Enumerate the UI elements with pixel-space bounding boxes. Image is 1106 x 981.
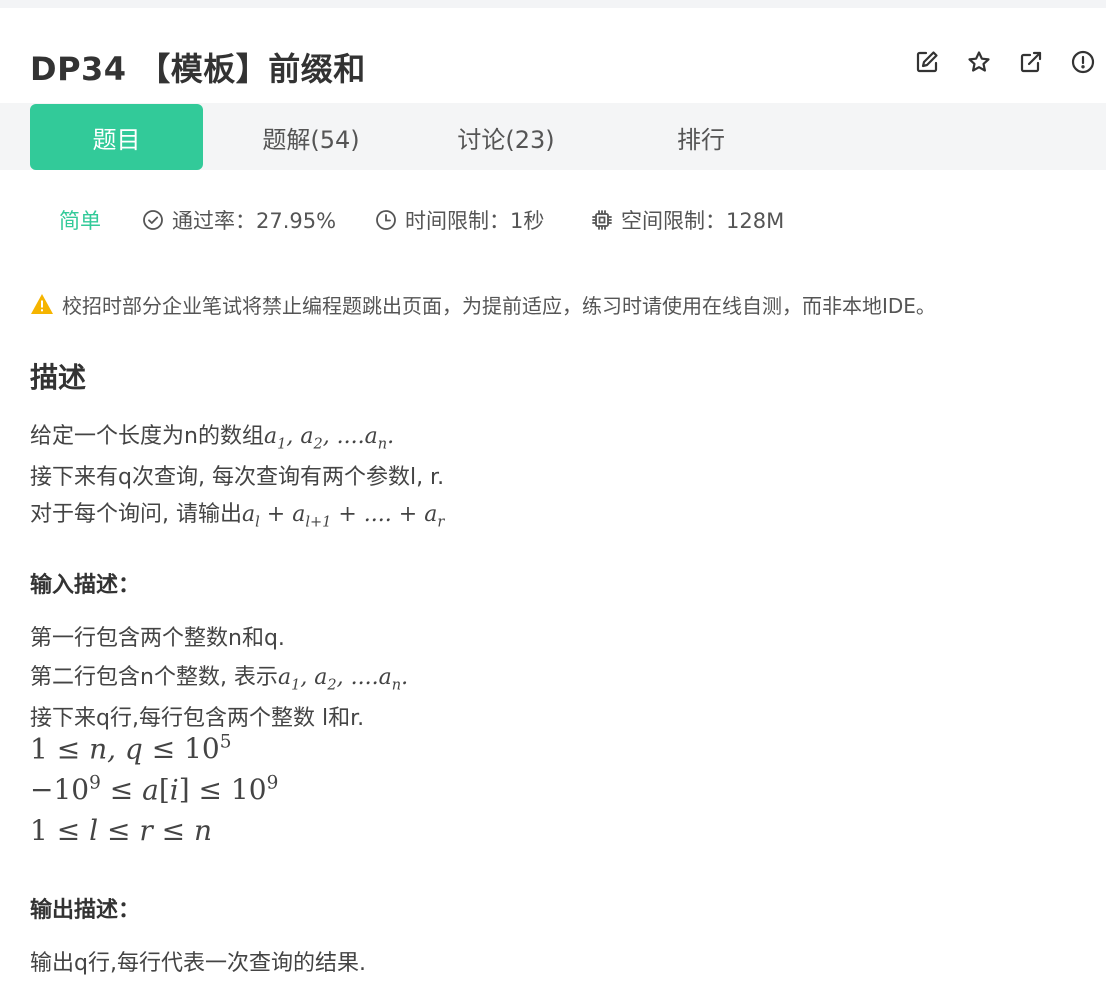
input-array-formula: a1, a2, ....an. — [277, 665, 409, 694]
check-circle-icon — [142, 209, 164, 231]
output-heading: 输出描述： — [30, 898, 141, 923]
sum-formula: al + al+1 + .... + ar — [242, 502, 445, 531]
difficulty-badge: 简单 — [59, 209, 101, 233]
input-line-2-text: 第二行包含n个整数, 表示 — [30, 665, 278, 690]
constraint-l-r: 1 ≤ l ≤ r ≤ n — [30, 814, 213, 847]
ide-warning: 校招时部分企业笔试将禁止编程题跳出页面，为提前适应，练习时请使用在线自测，而非本… — [30, 287, 936, 321]
edit-button[interactable] — [914, 48, 940, 76]
problem-title: DP34 【模板】前缀和 — [30, 50, 366, 88]
description-line-3: 对于每个询问, 请输出al + al+1 + .... + ar — [30, 496, 444, 530]
top-strip — [0, 0, 1106, 8]
constraint-n-q: 1 ≤ n, q ≤ 105 — [30, 732, 232, 766]
clock-icon — [375, 209, 397, 231]
time-limit-text: 时间限制：1秒 — [405, 209, 545, 233]
favorite-button[interactable] — [966, 48, 992, 76]
input-line-2: 第二行包含n个整数, 表示a1, a2, ....an. — [30, 659, 408, 693]
share-button[interactable] — [1018, 48, 1044, 76]
memory-limit: 空间限制：128M — [591, 200, 784, 240]
share-icon — [1020, 51, 1042, 73]
problem-meta: 简单 通过率：27.95% 时间限制：1秒 空间限制：128M — [0, 200, 1106, 240]
description-line-1: 给定一个长度为n的数组a1, a2, ....an. — [30, 418, 394, 452]
time-limit: 时间限制：1秒 — [375, 200, 544, 240]
pass-rate: 通过率：27.95% — [142, 200, 336, 240]
input-line-3: 接下来q行,每行包含两个整数 l和r. — [30, 706, 365, 731]
input-heading: 输入描述： — [30, 573, 141, 598]
memory-limit-text: 空间限制：128M — [621, 209, 785, 233]
output-line-1: 输出q行,每行代表一次查询的结果. — [30, 951, 366, 976]
chip-icon — [591, 209, 613, 231]
tab-bar: 题目 题解(54) 讨论(23) 排行 — [0, 103, 1106, 170]
array-formula: a1, a2, ....an. — [263, 424, 395, 453]
tab-problem[interactable]: 题目 — [30, 104, 203, 170]
description-line-2: 接下来有q次查询, 每次查询有两个参数l, r. — [30, 465, 445, 490]
description-heading: 描述 — [30, 361, 87, 394]
input-line-1: 第一行包含两个整数n和q. — [30, 626, 285, 651]
tab-discussion[interactable]: 讨论(23) — [421, 104, 591, 170]
problem-actions — [914, 48, 1096, 76]
star-icon — [968, 51, 990, 72]
description-line-3-text: 对于每个询问, 请输出 — [30, 502, 242, 527]
tab-ranking[interactable]: 排行 — [616, 104, 786, 170]
report-button[interactable] — [1070, 48, 1096, 76]
report-icon — [1071, 50, 1095, 74]
pass-rate-text: 通过率：27.95% — [172, 209, 337, 233]
description-line-1-text: 给定一个长度为n的数组 — [30, 424, 264, 449]
warning-text: 校招时部分企业笔试将禁止编程题跳出页面，为提前适应，练习时请使用在线自测，而非本… — [62, 293, 936, 318]
tab-solutions[interactable]: 题解(54) — [226, 104, 396, 170]
constraint-a: −109 ≤ a[i] ≤ 109 — [30, 773, 279, 807]
warning-icon — [30, 293, 54, 315]
edit-icon — [916, 51, 938, 73]
